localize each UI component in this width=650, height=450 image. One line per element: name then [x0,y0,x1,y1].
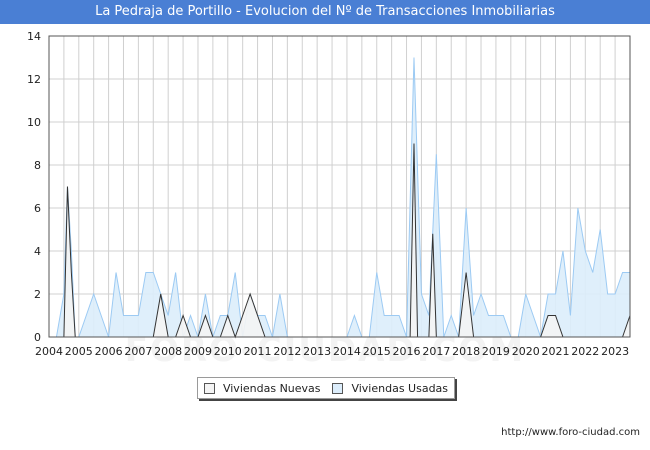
x-tick-label: 2018 [452,345,480,358]
legend-label-usadas: Viviendas Usadas [351,381,449,395]
footer-url: http://www.foro-ciudad.com [501,427,640,438]
x-tick-label: 2022 [571,345,599,358]
x-tick-label: 2011 [244,345,272,358]
legend-item-nuevas: Viviendas Nuevas [203,381,321,395]
x-tick-label: 2012 [273,345,301,358]
x-tick-label: 2017 [422,345,450,358]
x-tick-label: 2010 [214,345,242,358]
x-tick-label: 2007 [124,345,152,358]
y-tick-label: 12 [27,73,41,86]
x-tick-label: 2016 [393,345,421,358]
x-tick-label: 2004 [35,345,63,358]
x-tick-label: 2021 [542,345,570,358]
x-tick-label: 2006 [95,345,123,358]
x-tick-label: 2009 [184,345,212,358]
legend-swatch-usadas [332,382,344,394]
y-tick-label: 14 [27,30,41,43]
y-tick-label: 8 [34,159,41,172]
x-tick-label: 2014 [333,345,361,358]
y-tick-label: 10 [27,116,41,129]
x-tick-label: 2023 [601,345,629,358]
legend-item-usadas: Viviendas Usadas [332,382,448,395]
y-tick-label: 6 [34,202,41,215]
chart-title: La Pedraja de Portillo - Evolucion del N… [0,0,650,24]
y-tick-label: 0 [34,331,41,344]
x-tick-label: 2005 [65,345,93,358]
x-tick-label: 2013 [303,345,331,358]
y-tick-label: 4 [34,245,41,258]
y-tick-label: 2 [34,288,41,301]
legend-swatch-nuevas [203,382,215,394]
legend: Viviendas Nuevas Viviendas Usadas [197,377,455,399]
legend-label-nuevas: Viviendas Nuevas [222,381,321,395]
x-tick-label: 2008 [154,345,182,358]
x-tick-label: 2015 [363,345,391,358]
x-tick-label: 2020 [512,345,540,358]
x-tick-label: 2019 [482,345,510,358]
plot-area [49,36,630,337]
chart-canvas: 024681012142004 2005 2006 2007 2008 2009 2010 2… [27,30,631,358]
